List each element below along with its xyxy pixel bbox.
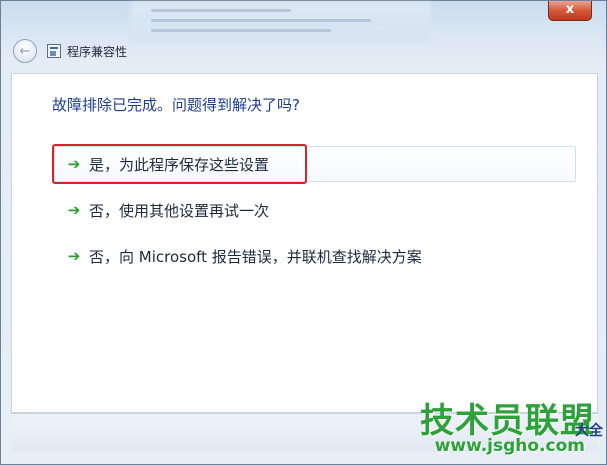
watermark-brand: 技术员联盟 [420,401,595,441]
troubleshoot-question: 故障排除已完成。问题得到解决了吗? [52,96,300,114]
program-compatibility-icon [47,44,61,58]
navigation-bar: ← 程序兼容性 [13,37,127,65]
window-title: 程序兼容性 [67,44,128,59]
option-label: 是，为此程序保存这些设置 [89,155,270,174]
option-label: 否，使用其他设置再试一次 [89,201,270,220]
option-save-settings[interactable]: ➔ 是，为此程序保存这些设置 [54,146,576,182]
blurred-background-line [151,29,331,32]
green-arrow-icon: ➔ [67,201,81,219]
option-report-microsoft[interactable]: ➔ 否，向 Microsoft 报告错误，并联机查找解决方案 [54,238,576,274]
option-label: 否，向 Microsoft 报告错误，并联机查找解决方案 [89,247,422,266]
blurred-background-line [151,9,291,12]
blurred-background-line [151,19,371,22]
back-arrow-icon[interactable]: ← [13,39,37,63]
content-panel: 故障排除已完成。问题得到解决了吗? ➔ 是，为此程序保存这些设置 ➔ 否，使用其… [11,73,598,413]
titlebar-glass [131,1,431,43]
green-arrow-icon: ➔ [67,155,81,173]
close-button[interactable]: x [548,1,592,21]
option-try-again[interactable]: ➔ 否，使用其他设置再试一次 [54,192,576,228]
green-arrow-icon: ➔ [67,247,81,265]
watermark-url: www.jsgho.com [434,436,585,456]
